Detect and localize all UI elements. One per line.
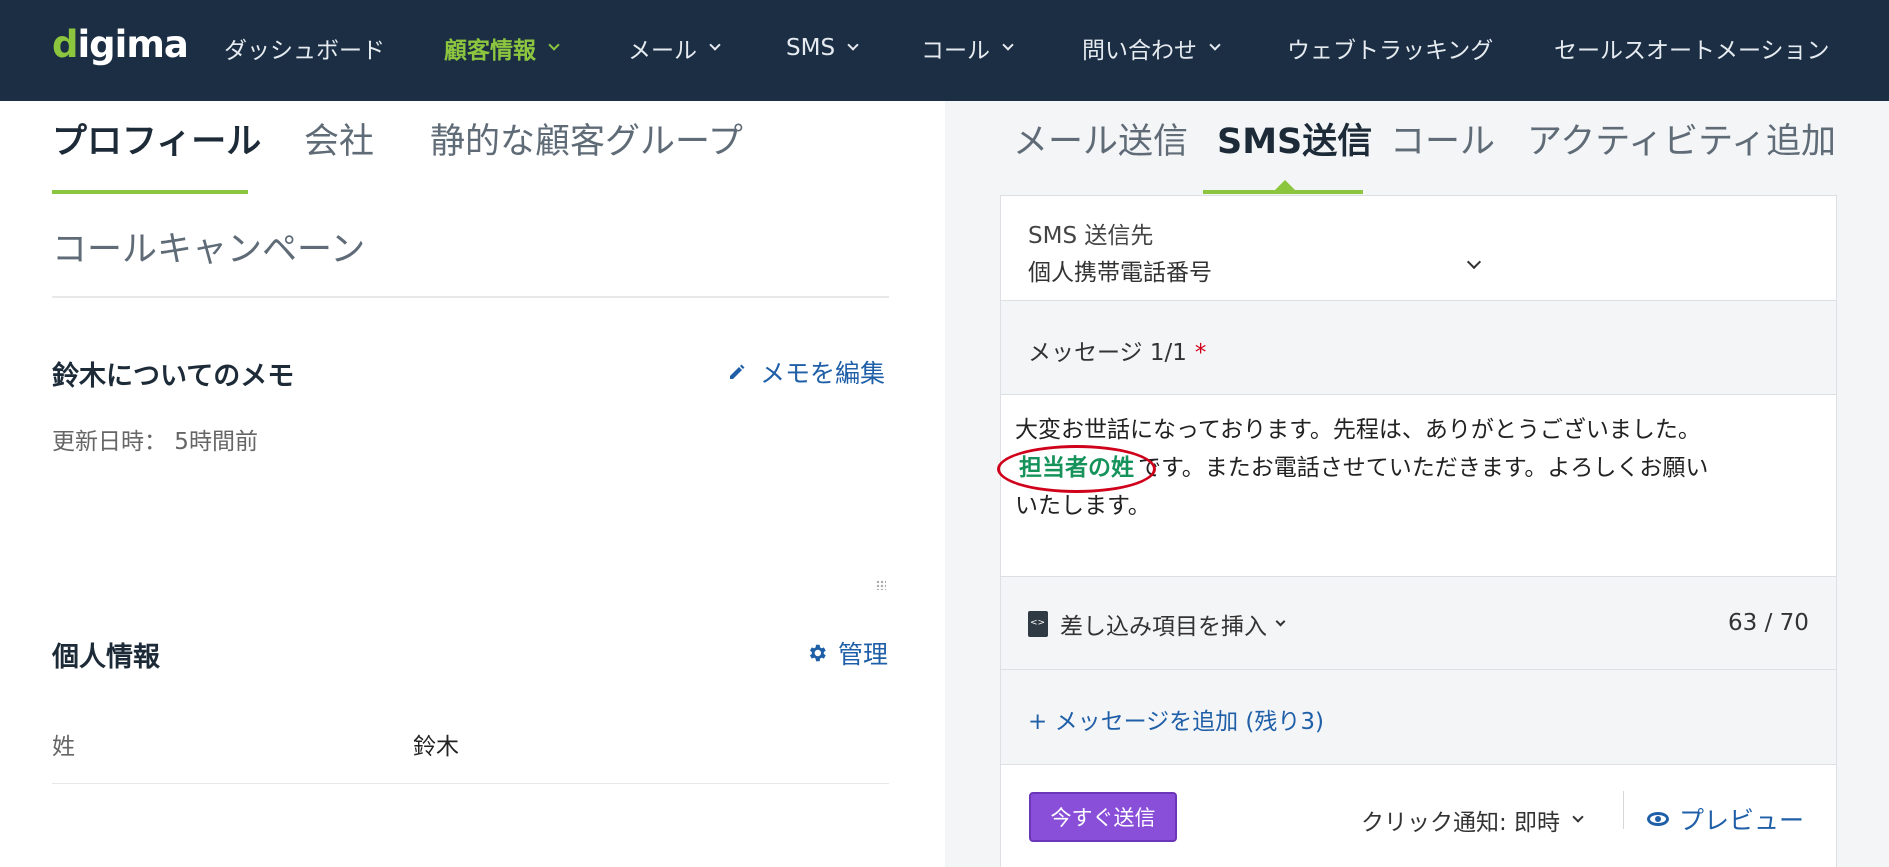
send-now-button[interactable]: 今すぐ送信: [1029, 792, 1177, 842]
pencil-icon: [730, 364, 745, 379]
message-body[interactable]: 大変お世話になっております。先程は、ありがとうございました。 担当者の姓 です。ま…: [997, 411, 1815, 525]
logo-prefix: d: [52, 22, 78, 66]
preview-button[interactable]: プレビュー: [1647, 801, 1804, 837]
insert-merge-label: 差し込み項目を挿入: [1060, 614, 1267, 640]
chevron-down-icon: [1466, 254, 1482, 270]
logo-rest: igima: [77, 22, 189, 66]
compose-footer: 今すぐ送信 クリック通知: 即時 プレビュー: [1001, 765, 1836, 867]
merge-tag-last-name[interactable]: 担当者の姓: [997, 445, 1156, 493]
preview-label: プレビュー: [1679, 806, 1805, 835]
chevron-down-icon: [847, 39, 859, 51]
nav-sms[interactable]: SMS: [786, 30, 859, 66]
nav-inquiry[interactable]: 問い合わせ: [1082, 30, 1221, 66]
sms-destination-row[interactable]: SMS 送信先 個人携帯電話番号: [1001, 196, 1836, 301]
tab-send-sms[interactable]: SMS送信: [1217, 113, 1372, 164]
tab-send-mail[interactable]: メール送信: [1013, 113, 1188, 164]
last-name-label: 姓: [52, 734, 75, 760]
insert-merge-field-button[interactable]: 差し込み項目を挿入: [1028, 607, 1286, 641]
nav-web-tracking[interactable]: ウェブトラッキング: [1287, 30, 1493, 66]
right-panel: メール送信 SMS送信 コール アクティビティ追加 SMS 送信先 個人携帯電話…: [945, 101, 1889, 867]
divider: [52, 783, 889, 784]
click-notify-label: クリック通知: 即時: [1361, 810, 1561, 836]
file-code-icon: [1028, 611, 1048, 637]
left-panel: プロフィール 会社 静的な顧客グループ コールキャンペーン 鈴木についてのメモ …: [0, 101, 945, 867]
add-message-link[interactable]: + メッセージを追加 (残り3): [1028, 702, 1324, 736]
memo-updated-time: 更新日時： 5時間前: [52, 429, 258, 455]
nav-sms-label: SMS: [786, 35, 836, 61]
nav-sales-automation[interactable]: セールスオートメーション: [1554, 30, 1830, 66]
nav-sales-automation-label: セールスオートメーション: [1554, 38, 1830, 64]
eye-icon: [1647, 812, 1669, 826]
chevron-down-icon: [1209, 39, 1221, 51]
nav-call-label: コール: [921, 38, 990, 64]
divider: [52, 296, 889, 298]
chevron-down-icon: [709, 39, 721, 51]
edit-memo-label: メモを編集: [760, 359, 886, 388]
message-line-2: です。またお電話させていただきます。よろしくお願い: [1138, 455, 1709, 481]
tab-profile[interactable]: プロフィール: [52, 113, 261, 164]
merge-field-row: 差し込み項目を挿入 63 / 70: [1001, 577, 1836, 670]
nav-call[interactable]: コール: [921, 30, 1014, 66]
personal-info-title: 個人情報: [52, 642, 160, 673]
sms-destination-label: SMS 送信先: [1028, 223, 1154, 249]
resize-handle-icon[interactable]: [872, 576, 886, 590]
sms-destination-select[interactable]: 個人携帯電話番号: [1028, 253, 1212, 287]
message-line-3: いたします。: [1015, 493, 1151, 519]
memo-title: 鈴木についてのメモ: [52, 361, 295, 392]
nav-customer-info-label: 顧客情報: [444, 38, 536, 64]
required-mark: *: [1194, 340, 1207, 366]
manage-label: 管理: [838, 640, 889, 669]
nav-dashboard[interactable]: ダッシュボード: [224, 30, 385, 66]
nav-web-tracking-label: ウェブトラッキング: [1287, 38, 1494, 64]
chevron-down-icon: [548, 39, 560, 51]
chevron-down-icon: [1572, 811, 1584, 823]
edit-memo-button[interactable]: メモを編集: [728, 354, 885, 390]
click-notify-select[interactable]: クリック通知: 即時: [1361, 803, 1584, 837]
divider: [1623, 791, 1624, 829]
character-count: 63 / 70: [1728, 610, 1809, 636]
tab-add-activity[interactable]: アクティビティ追加: [1527, 113, 1836, 164]
nav-customer-info[interactable]: 顧客情報: [444, 30, 560, 66]
message-label-row: メッセージ 1/1 *: [1001, 301, 1836, 395]
nav-inquiry-label: 問い合わせ: [1082, 38, 1197, 64]
active-tab-indicator: [1203, 190, 1363, 194]
add-message-row: + メッセージを追加 (残り3): [1001, 670, 1836, 765]
nav-mail-label: メール: [628, 38, 697, 64]
message-textarea[interactable]: 大変お世話になっております。先程は、ありがとうございました。 担当者の姓 です。ま…: [997, 395, 1836, 577]
message-line-1: 大変お世話になっております。先程は、ありがとうございました。: [1015, 417, 1701, 443]
tab-company[interactable]: 会社: [304, 113, 374, 164]
call-campaign-link[interactable]: コールキャンペーン: [52, 221, 365, 272]
manage-button[interactable]: 管理: [806, 635, 888, 671]
message-label: メッセージ 1/1 *: [1028, 333, 1206, 367]
chevron-down-icon: [1275, 616, 1286, 626]
digima-logo[interactable]: d igima: [52, 22, 189, 66]
nav-dashboard-label: ダッシュボード: [224, 38, 385, 64]
top-nav-bar: d igima ダッシュボード 顧客情報 メール SMS コール 問い合わせ ウェ…: [0, 0, 1889, 101]
tab-call[interactable]: コール: [1390, 113, 1495, 164]
tab-static-groups[interactable]: 静的な顧客グループ: [430, 113, 743, 164]
gear-icon: [809, 644, 826, 662]
sms-compose-card: SMS 送信先 個人携帯電話番号 メッセージ 1/1 * 大変お世話になっておりま…: [997, 195, 1837, 867]
nav-mail[interactable]: メール: [628, 30, 721, 66]
active-tab-indicator: [52, 190, 248, 194]
active-tab-caret: [1275, 180, 1295, 190]
last-name-value: 鈴木: [413, 734, 459, 760]
chevron-down-icon: [1002, 39, 1014, 51]
message-label-text: メッセージ 1/1: [1028, 340, 1187, 366]
